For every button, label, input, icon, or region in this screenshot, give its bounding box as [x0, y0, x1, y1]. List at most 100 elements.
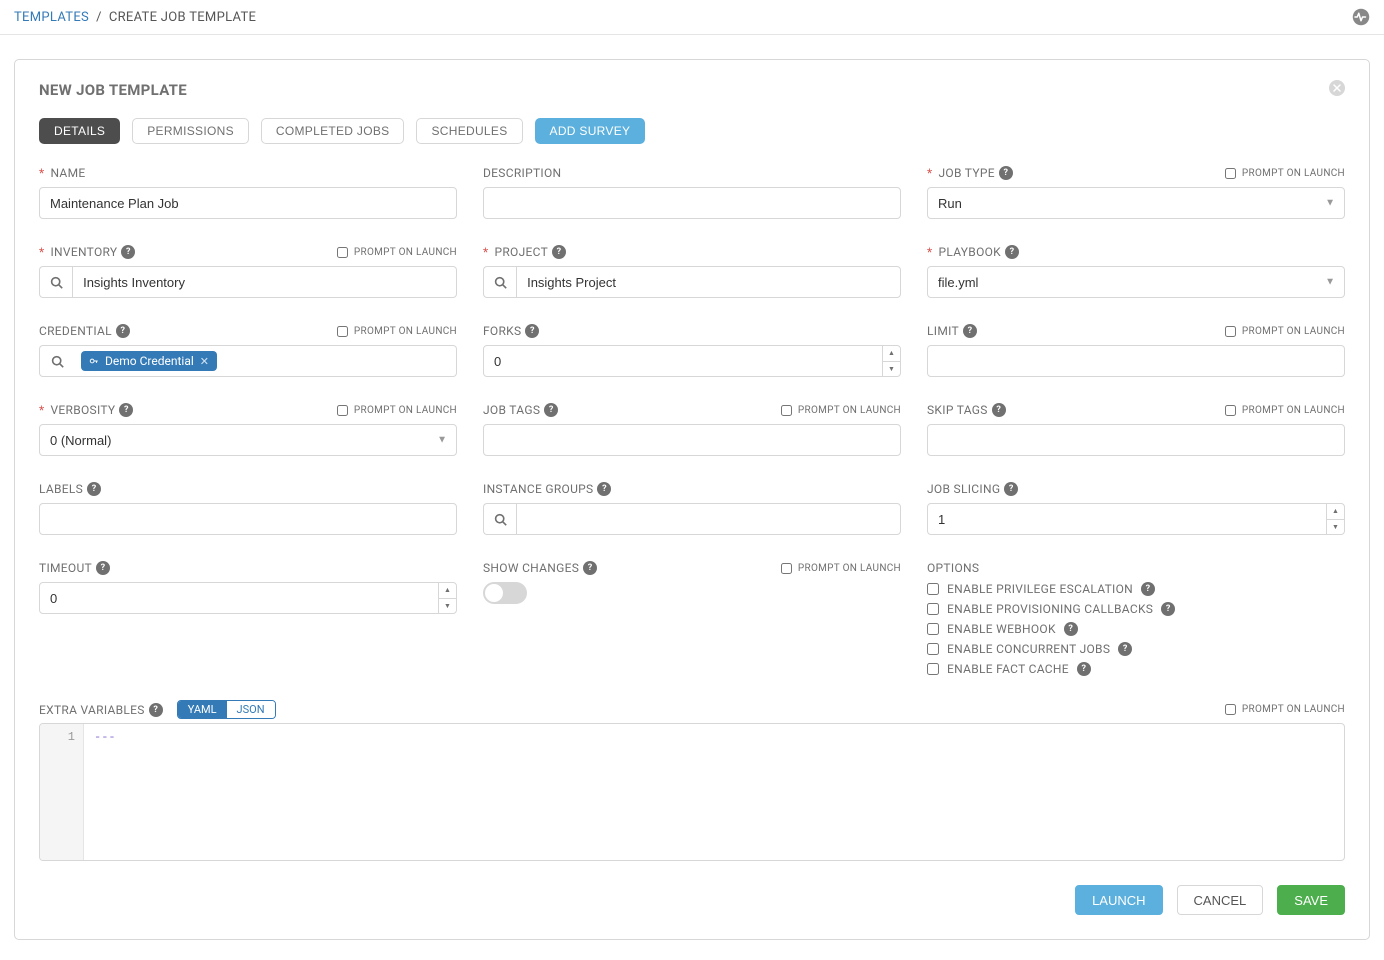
- job-tags-label: JOB TAGS: [483, 403, 540, 417]
- search-icon[interactable]: [39, 345, 75, 377]
- timeout-input[interactable]: [39, 582, 457, 614]
- spin-up-icon[interactable]: ▲: [1327, 504, 1344, 520]
- prompt-show-changes[interactable]: [781, 563, 792, 574]
- editor-line-content: ---: [94, 730, 116, 744]
- help-icon[interactable]: ?: [1161, 602, 1175, 616]
- credential-field[interactable]: Demo Credential ✕: [75, 345, 457, 377]
- editor-line-number: 1: [40, 730, 75, 744]
- breadcrumb: TEMPLATES / CREATE JOB TEMPLATE: [14, 10, 256, 25]
- cancel-button[interactable]: CANCEL: [1177, 885, 1264, 915]
- help-icon[interactable]: ?: [119, 403, 133, 417]
- playbook-label: PLAYBOOK: [938, 245, 1001, 259]
- forks-label: FORKS: [483, 324, 521, 338]
- opt-webhook[interactable]: [927, 623, 939, 635]
- forks-input[interactable]: [483, 345, 901, 377]
- tab-add-survey[interactable]: ADD SURVEY: [535, 118, 646, 144]
- prompt-inventory[interactable]: [337, 247, 348, 258]
- help-icon[interactable]: ?: [1004, 482, 1018, 496]
- limit-input[interactable]: [927, 345, 1345, 377]
- verbosity-select[interactable]: 0 (Normal): [39, 424, 457, 456]
- opt-privilege-escalation[interactable]: [927, 583, 939, 595]
- help-icon[interactable]: ?: [552, 245, 566, 259]
- help-icon[interactable]: ?: [999, 166, 1013, 180]
- spin-up-icon[interactable]: ▲: [883, 346, 900, 362]
- timeout-label: TIMEOUT: [39, 561, 92, 575]
- opt-fact-cache[interactable]: [927, 663, 939, 675]
- tab-completed-jobs[interactable]: COMPLETED JOBS: [261, 118, 405, 144]
- tab-schedules[interactable]: SCHEDULES: [416, 118, 522, 144]
- help-icon[interactable]: ?: [96, 561, 110, 575]
- opt-concurrent-jobs[interactable]: [927, 643, 939, 655]
- name-input[interactable]: [39, 187, 457, 219]
- job-type-label: JOB TYPE: [938, 166, 994, 180]
- job-tags-input[interactable]: [483, 424, 901, 456]
- help-icon[interactable]: ?: [1077, 662, 1091, 676]
- verbosity-label: VERBOSITY: [50, 403, 115, 417]
- prompt-limit[interactable]: [1225, 326, 1236, 337]
- extra-variables-label: EXTRA VARIABLES: [39, 703, 145, 717]
- project-input[interactable]: [516, 266, 901, 298]
- help-icon[interactable]: ?: [1064, 622, 1078, 636]
- prompt-verbosity[interactable]: [337, 405, 348, 416]
- save-button[interactable]: SAVE: [1277, 885, 1345, 915]
- format-json-button[interactable]: JSON: [227, 701, 275, 718]
- inventory-label: INVENTORY: [50, 245, 117, 259]
- search-icon[interactable]: [39, 266, 72, 298]
- help-icon[interactable]: ?: [583, 561, 597, 575]
- labels-input[interactable]: [39, 503, 457, 535]
- limit-label: LIMIT: [927, 324, 959, 338]
- name-label: NAME: [50, 166, 85, 180]
- prompt-job-tags[interactable]: [781, 405, 792, 416]
- opt-provisioning-callbacks[interactable]: [927, 603, 939, 615]
- launch-button[interactable]: LAUNCH: [1075, 885, 1162, 915]
- breadcrumb-root-link[interactable]: TEMPLATES: [14, 10, 89, 25]
- spin-up-icon[interactable]: ▲: [439, 583, 456, 599]
- show-changes-label: SHOW CHANGES: [483, 561, 579, 575]
- job-slicing-input[interactable]: [927, 503, 1345, 535]
- search-icon[interactable]: [483, 266, 516, 298]
- job-type-select[interactable]: Run: [927, 187, 1345, 219]
- spin-down-icon[interactable]: ▼: [883, 362, 900, 377]
- help-icon[interactable]: ?: [1118, 642, 1132, 656]
- tab-details[interactable]: DETAILS: [39, 118, 120, 144]
- tab-permissions[interactable]: PERMISSIONS: [132, 118, 249, 144]
- help-icon[interactable]: ?: [116, 324, 130, 338]
- help-icon[interactable]: ?: [525, 324, 539, 338]
- help-icon[interactable]: ?: [121, 245, 135, 259]
- close-icon[interactable]: [1329, 80, 1345, 100]
- help-icon[interactable]: ?: [149, 703, 163, 717]
- job-slicing-label: JOB SLICING: [927, 482, 1000, 496]
- format-yaml-button[interactable]: YAML: [178, 701, 227, 718]
- help-icon[interactable]: ?: [1141, 582, 1155, 596]
- inventory-input[interactable]: [72, 266, 457, 298]
- help-icon[interactable]: ?: [87, 482, 101, 496]
- prompt-extra-variables[interactable]: [1225, 704, 1236, 715]
- credential-chip-label: Demo Credential: [105, 354, 194, 368]
- prompt-job-type[interactable]: [1225, 168, 1236, 179]
- playbook-select[interactable]: file.yml: [927, 266, 1345, 298]
- description-input[interactable]: [483, 187, 901, 219]
- activity-icon[interactable]: [1352, 8, 1370, 26]
- instance-groups-label: INSTANCE GROUPS: [483, 482, 593, 496]
- help-icon[interactable]: ?: [992, 403, 1006, 417]
- help-icon[interactable]: ?: [544, 403, 558, 417]
- credential-chip[interactable]: Demo Credential ✕: [81, 351, 217, 371]
- project-label: PROJECT: [494, 245, 548, 259]
- help-icon[interactable]: ?: [963, 324, 977, 338]
- skip-tags-input[interactable]: [927, 424, 1345, 456]
- spin-down-icon[interactable]: ▼: [1327, 520, 1344, 535]
- search-icon[interactable]: [483, 503, 516, 535]
- show-changes-toggle[interactable]: [483, 582, 527, 604]
- breadcrumb-current: CREATE JOB TEMPLATE: [109, 10, 256, 25]
- prompt-skip-tags[interactable]: [1225, 405, 1236, 416]
- instance-groups-input[interactable]: [516, 503, 901, 535]
- remove-chip-icon[interactable]: ✕: [200, 355, 209, 368]
- labels-label: LABELS: [39, 482, 83, 496]
- skip-tags-label: SKIP TAGS: [927, 403, 988, 417]
- help-icon[interactable]: ?: [1005, 245, 1019, 259]
- spin-down-icon[interactable]: ▼: [439, 599, 456, 614]
- help-icon[interactable]: ?: [597, 482, 611, 496]
- prompt-credential[interactable]: [337, 326, 348, 337]
- extra-variables-editor[interactable]: 1 ---: [39, 723, 1345, 861]
- page-title: NEW JOB TEMPLATE: [39, 81, 187, 99]
